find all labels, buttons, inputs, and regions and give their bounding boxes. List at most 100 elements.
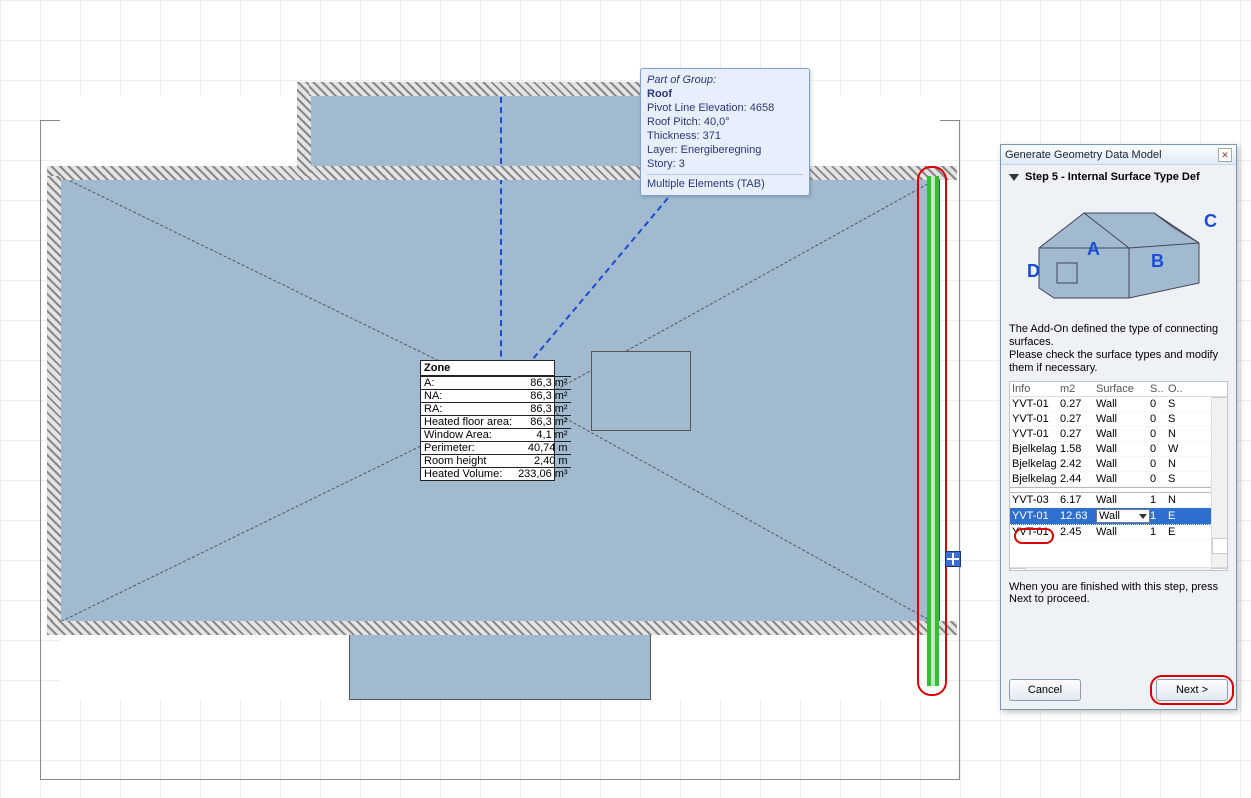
zone-row-key: Heated Volume: — [421, 468, 515, 481]
tooltip-group-name: Roof — [647, 87, 803, 101]
cancel-button[interactable]: Cancel — [1009, 679, 1081, 701]
cell-surface: Wall — [1096, 443, 1150, 455]
plan-canvas[interactable]: Part of Group: Roof Pivot Line Elevation… — [0, 0, 1251, 798]
wall-hatch — [309, 82, 659, 96]
table-row[interactable]: Bjelkelag2.42Wall0N — [1010, 457, 1227, 472]
cell-o: W — [1168, 443, 1186, 455]
zone-row-value: 40,74 m — [515, 442, 571, 455]
finish-text: When you are finished with this step, pr… — [1009, 581, 1228, 605]
cell-surface: Wall — [1096, 413, 1150, 425]
scroll-down-icon[interactable] — [1212, 538, 1228, 554]
highlight-halo — [1014, 528, 1054, 544]
diagram-label-b: B — [1151, 251, 1164, 272]
cell-s: 0 — [1150, 428, 1168, 440]
table-row[interactable]: YVT-010.27Wall0S — [1010, 397, 1227, 412]
cell-s: 1 — [1150, 510, 1168, 522]
cell-o: N — [1168, 428, 1186, 440]
cell-m2: 0.27 — [1060, 413, 1096, 425]
cell-surface: Wall — [1096, 473, 1150, 485]
tooltip-group-label: Part of Group: — [647, 73, 803, 87]
cell-s: 1 — [1150, 526, 1168, 538]
close-icon[interactable]: ✕ — [1218, 148, 1232, 162]
surface-table[interactable]: Info m2 Surface S.. O.. YVT-010.27Wall0S… — [1009, 381, 1228, 571]
wall-hatch — [47, 176, 61, 626]
col-s: S.. — [1150, 383, 1168, 395]
zone-row-value: 86,3 m² — [515, 390, 571, 403]
step-description: The Add-On defined the type of connectin… — [1009, 323, 1228, 375]
cell-o: S — [1168, 413, 1186, 425]
zone-notch — [60, 625, 350, 700]
pet-palette-icon[interactable] — [945, 551, 961, 567]
chevron-down-icon — [1139, 514, 1147, 519]
chevron-down-icon — [1009, 174, 1019, 181]
zone-notch — [60, 95, 310, 175]
col-o: O.. — [1168, 383, 1186, 395]
wall-hatch — [47, 621, 957, 635]
wall-hatch — [47, 166, 957, 180]
dialog-titlebar[interactable]: Generate Geometry Data Model ✕ — [1001, 145, 1236, 165]
cell-info: Bjelkelag — [1012, 473, 1060, 485]
cell-o: S — [1168, 398, 1186, 410]
diagram-label-d: D — [1027, 261, 1040, 282]
zone-title: Zone — [421, 361, 554, 376]
step-header[interactable]: Step 5 - Internal Surface Type Def — [1009, 171, 1228, 183]
tooltip-line: Story: 3 — [647, 157, 803, 171]
inner-opening — [591, 351, 691, 431]
cell-surface: Wall — [1096, 428, 1150, 440]
zone-notch — [650, 625, 940, 700]
surface-type-dropdown[interactable]: Wall — [1096, 509, 1150, 523]
zone-row-value: 86,3 m² — [515, 403, 571, 416]
cell-m2: 2.45 — [1060, 526, 1096, 538]
cell-o: N — [1168, 458, 1186, 470]
cell-s: 0 — [1150, 413, 1168, 425]
cell-o: N — [1168, 494, 1186, 506]
cell-o: E — [1168, 510, 1186, 522]
scroll-left-icon[interactable] — [1010, 568, 1026, 571]
table-row[interactable]: YVT-010.27Wall0N — [1010, 427, 1227, 442]
zone-row-key: Heated floor area: — [421, 416, 515, 429]
cell-info: YVT-01 — [1012, 510, 1060, 522]
element-info-tooltip: Part of Group: Roof Pivot Line Elevation… — [640, 68, 810, 196]
table-row[interactable]: Bjelkelag2.44Wall0S — [1010, 472, 1227, 487]
tooltip-line: Pivot Line Elevation: 4658 — [647, 101, 803, 115]
col-m2: m2 — [1060, 383, 1096, 395]
cell-info: YVT-03 — [1012, 494, 1060, 506]
cell-s: 0 — [1150, 473, 1168, 485]
diagram-label-a: A — [1087, 239, 1100, 260]
tracker-line — [500, 97, 502, 397]
zone-row-value: 233,06 m³ — [515, 468, 571, 481]
roof-ridge — [556, 413, 941, 627]
zone-row-key: RA: — [421, 403, 515, 416]
cell-s: 0 — [1150, 443, 1168, 455]
col-surface: Surface — [1096, 383, 1150, 395]
zone-row-value: 4,1 m² — [515, 429, 571, 442]
step-title: Step 5 - Internal Surface Type Def — [1025, 171, 1200, 183]
table-row[interactable]: YVT-036.17Wall1N — [1010, 493, 1227, 508]
table-row[interactable]: Bjelkelag1.58Wall0W — [1010, 442, 1227, 457]
cell-s: 0 — [1150, 458, 1168, 470]
cell-surface: Wall — [1096, 398, 1150, 410]
cell-surface: Wall — [1096, 494, 1150, 506]
selection-halo — [917, 166, 947, 696]
cell-m2: 0.27 — [1060, 398, 1096, 410]
zone-row-value: 2,40 m — [515, 455, 571, 468]
horizontal-scrollbar[interactable] — [1010, 567, 1227, 571]
vertical-scrollbar[interactable] — [1211, 382, 1227, 570]
cell-o: S — [1168, 473, 1186, 485]
zone-stamp: Zone A:86,3 m²NA:86,3 m²RA:86,3 m²Heated… — [420, 360, 555, 481]
table-row[interactable]: YVT-0112.63Wall1E — [1010, 508, 1227, 525]
zone-row-value: 86,3 m² — [515, 416, 571, 429]
cell-info: YVT-01 — [1012, 428, 1060, 440]
col-info: Info — [1012, 383, 1060, 395]
scroll-right-icon[interactable] — [1211, 568, 1227, 571]
roof-ridge — [61, 176, 439, 361]
cell-m2: 6.17 — [1060, 494, 1096, 506]
tooltip-line: Thickness: 371 — [647, 129, 803, 143]
table-row[interactable]: YVT-010.27Wall0S — [1010, 412, 1227, 427]
dialog-title: Generate Geometry Data Model — [1005, 149, 1218, 161]
cell-surface: Wall — [1096, 458, 1150, 470]
zone-row-key: NA: — [421, 390, 515, 403]
cell-m2: 12.63 — [1060, 510, 1096, 522]
zone-row-key: Perimeter: — [421, 442, 515, 455]
next-button[interactable]: Next > — [1156, 679, 1228, 701]
